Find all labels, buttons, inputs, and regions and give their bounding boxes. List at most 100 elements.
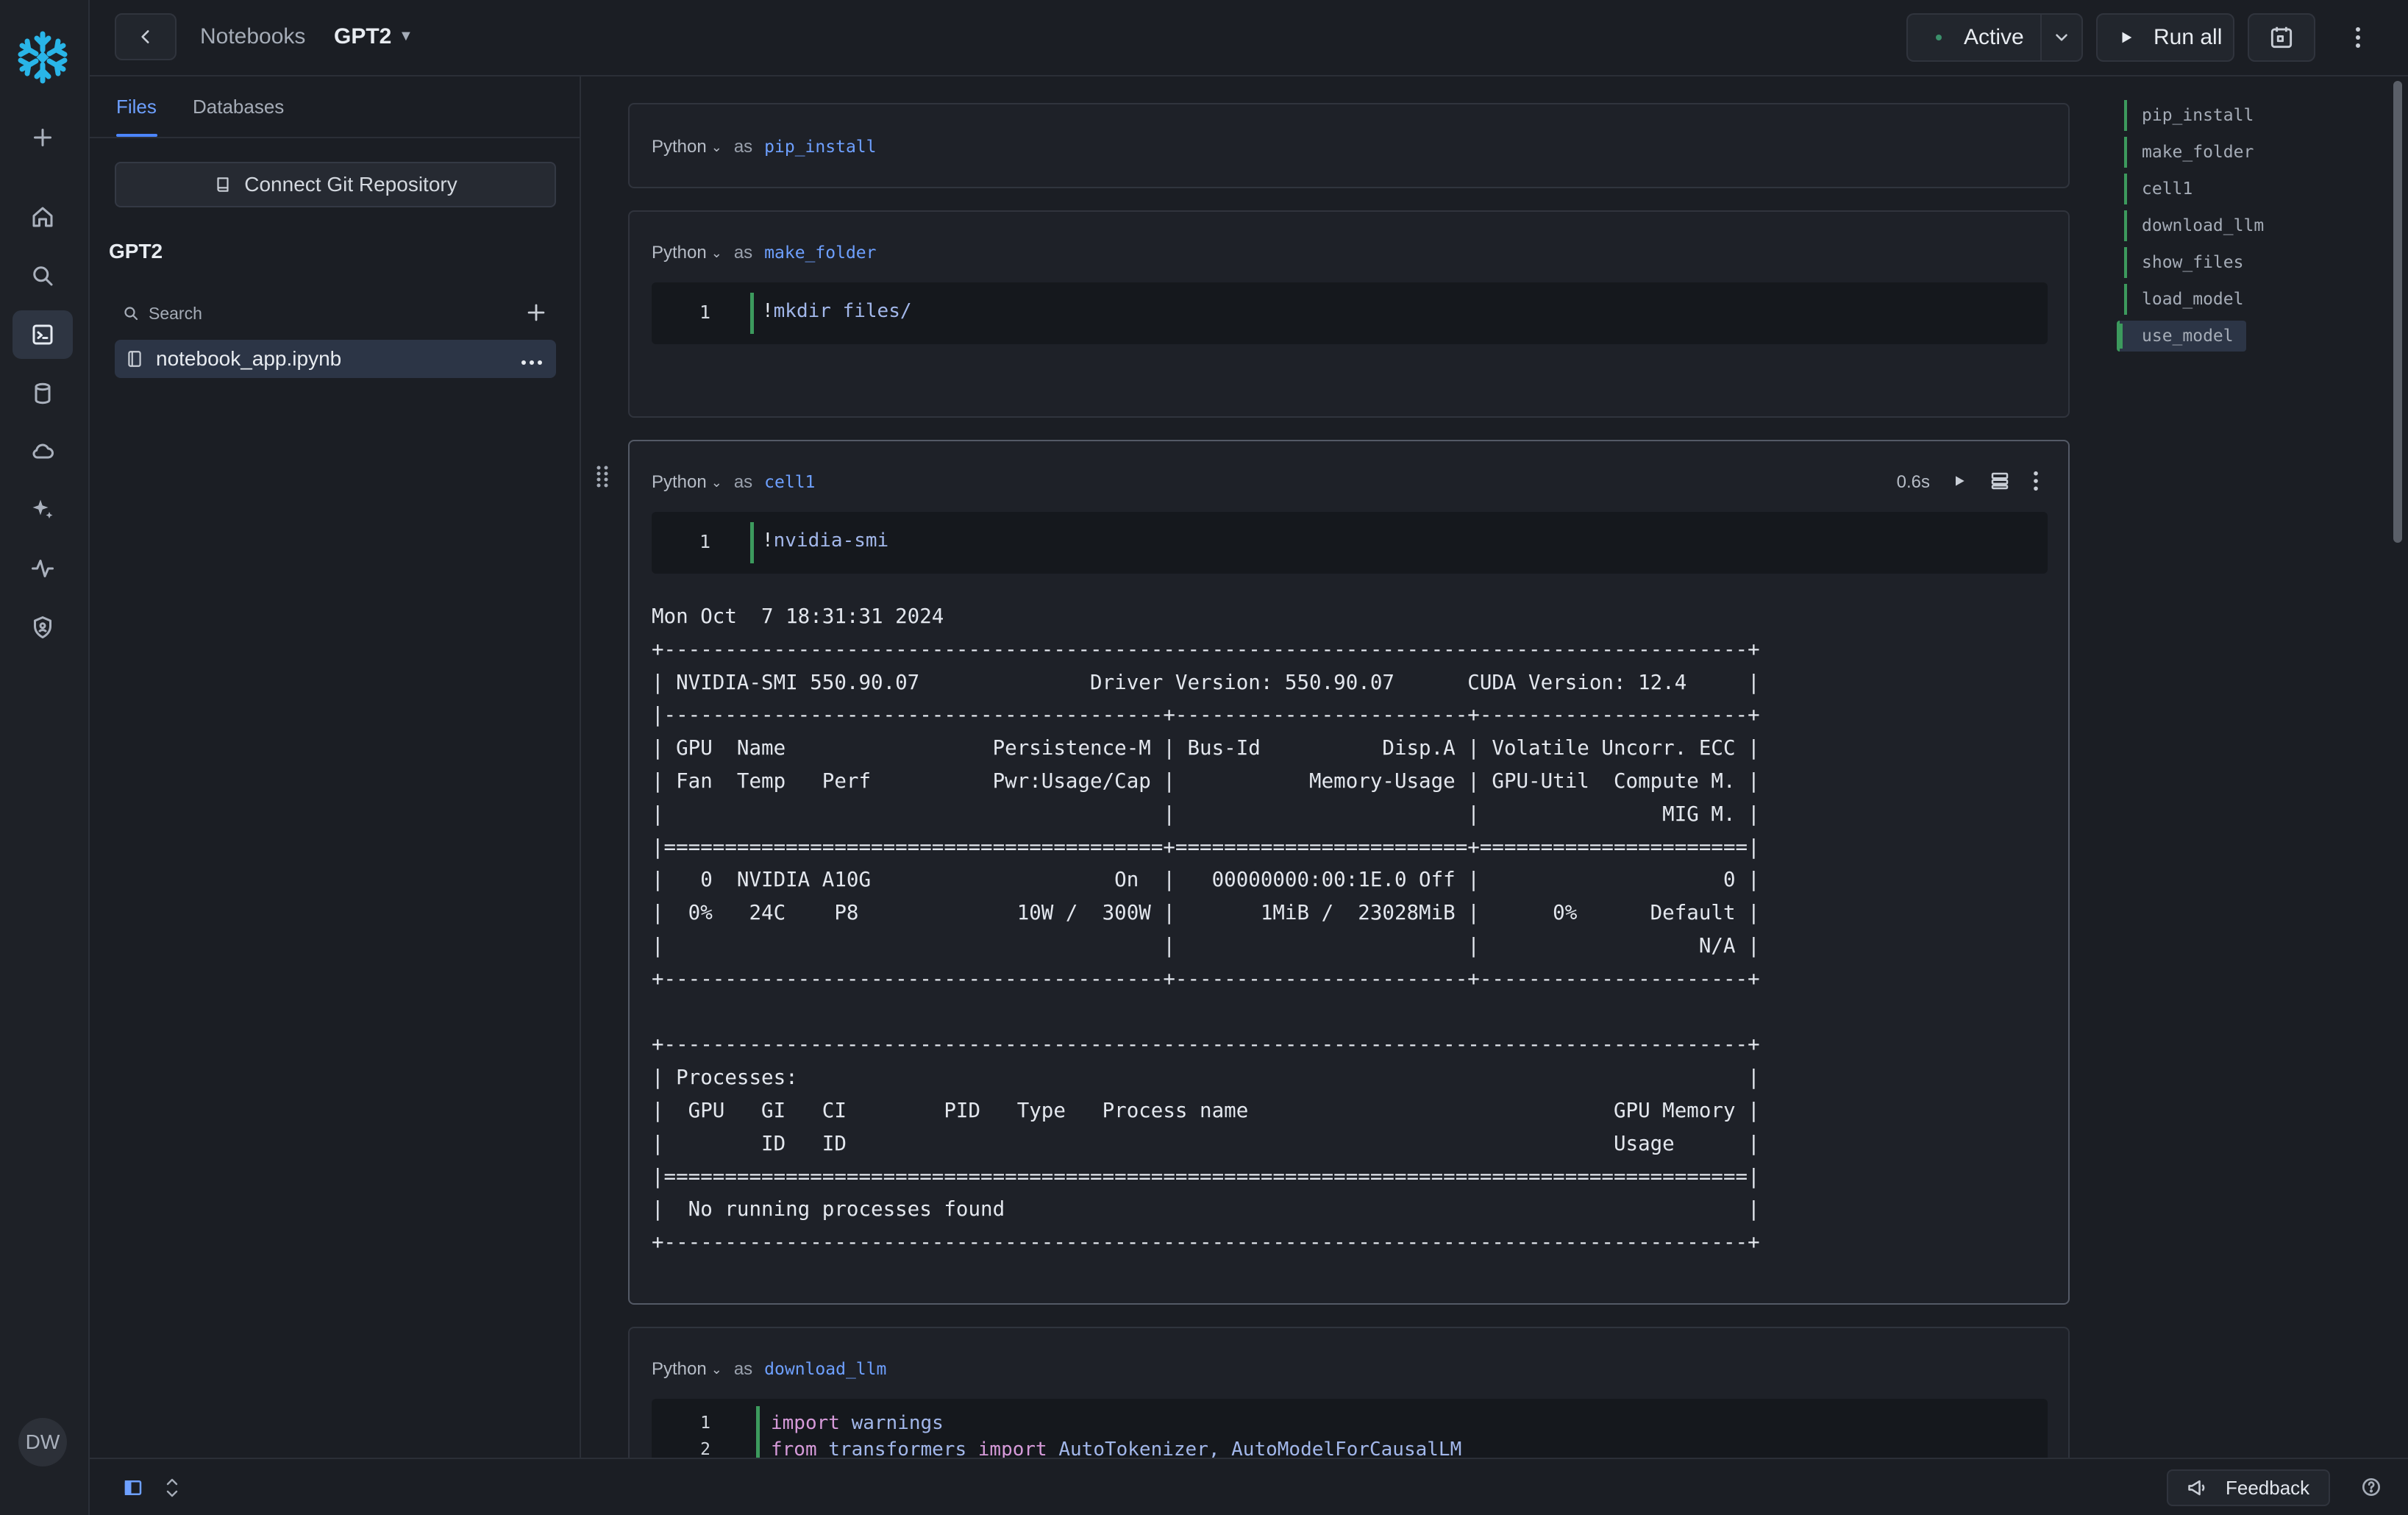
cell-language[interactable]: Python: [652, 472, 707, 493]
output-line: | 0% 24C P8 10W / 300W | 1MiB / 23028MiB…: [652, 901, 1760, 925]
line-number: 1: [699, 302, 710, 323]
outline-item-show-files[interactable]: show_files: [2124, 247, 2271, 278]
drag-handle-icon[interactable]: [596, 465, 609, 492]
connect-git-button[interactable]: Connect Git Repository: [115, 162, 556, 207]
file-list-item[interactable]: notebook_app.ipynb: [115, 340, 556, 378]
status-dropdown-button[interactable]: [2040, 13, 2083, 62]
code-editor[interactable]: 1 !mkdir files/: [652, 282, 2048, 344]
output-line: | ID ID Usage |: [652, 1131, 1760, 1155]
code-line[interactable]: import warnings: [771, 1412, 944, 1434]
more-horizontal-icon[interactable]: [521, 347, 543, 371]
outline-item-pip-install[interactable]: pip_install: [2124, 100, 2271, 131]
play-icon: [2118, 29, 2134, 46]
output-line: |---------------------------------------…: [652, 703, 1760, 727]
caret-down-icon[interactable]: ▼: [399, 28, 413, 45]
home-icon[interactable]: [13, 193, 73, 241]
cell-header: Python ⌄ as download_llm: [652, 1356, 886, 1383]
plus-icon[interactable]: [13, 113, 73, 162]
as-label: as: [733, 472, 753, 492]
notebook-icon[interactable]: [13, 310, 73, 359]
outline-item-use-model[interactable]: use_model: [2117, 321, 2246, 352]
cell-name[interactable]: pip_install: [764, 138, 876, 157]
status-dot: [1936, 35, 1942, 40]
outline-item-make-folder[interactable]: make_folder: [2124, 137, 2271, 168]
output-line: | 0 NVIDIA A10G On | 00000000:00:1E.0 Of…: [652, 868, 1760, 892]
output-line: +---------------------------------------…: [652, 1230, 1760, 1255]
code-editor[interactable]: 1 2 import warnings from transformers im…: [652, 1399, 2048, 1458]
tab-databases[interactable]: Databases: [193, 96, 284, 118]
bottom-bar: Feedback: [90, 1458, 2408, 1515]
more-options-icon[interactable]: [2340, 16, 2376, 59]
breadcrumb-notebooks[interactable]: Notebooks: [200, 24, 305, 49]
file-panel: Files Databases Connect Git Repository G…: [90, 76, 581, 1458]
output-line: +---------------------------------------…: [652, 966, 1760, 991]
status-button[interactable]: Active: [1906, 13, 2040, 62]
database-icon[interactable]: [13, 369, 73, 418]
cloud-icon[interactable]: [13, 427, 73, 475]
cell-more-options-icon[interactable]: [2033, 471, 2039, 495]
back-button[interactable]: [115, 13, 177, 60]
megaphone-icon: [2188, 1480, 2205, 1496]
outline-item-cell1[interactable]: cell1: [2124, 174, 2271, 204]
code-editor[interactable]: 1 !nvidia-smi: [652, 512, 2048, 574]
tab-files[interactable]: Files: [116, 96, 157, 118]
as-label: as: [733, 137, 753, 157]
run-all-button[interactable]: Run all: [2096, 13, 2234, 62]
run-all-label: Run all: [2154, 25, 2223, 49]
output-line: |=======================================…: [652, 835, 1760, 859]
cell-name[interactable]: download_llm: [764, 1360, 886, 1379]
run-cell-icon[interactable]: [1952, 474, 1967, 492]
cell-language[interactable]: Python: [652, 243, 707, 263]
activity-icon[interactable]: [13, 544, 73, 593]
feedback-button[interactable]: Feedback: [2167, 1469, 2330, 1506]
notebook-cell[interactable]: Python ⌄ as download_llm 1 2 import warn…: [628, 1327, 2070, 1458]
expand-collapse-icon[interactable]: [163, 1475, 181, 1504]
chevron-down-icon[interactable]: ⌄: [711, 1362, 722, 1377]
snowflake-logo[interactable]: [15, 29, 71, 85]
line-marker: [750, 522, 754, 563]
output-line: | Processes: |: [652, 1066, 1760, 1090]
collapse-output-icon[interactable]: [1989, 470, 2011, 496]
shield-icon[interactable]: [13, 603, 73, 652]
code-text: warnings: [839, 1412, 944, 1434]
notebook-cell[interactable]: Python ⌄ as pip_install: [628, 103, 2070, 188]
outline-item-load-model[interactable]: load_model: [2124, 284, 2271, 315]
output-line: | GPU GI CI PID Type Process name GPU Me…: [652, 1098, 1760, 1122]
chevron-down-icon[interactable]: ⌄: [711, 475, 722, 491]
cell-language[interactable]: Python: [652, 1359, 707, 1380]
schedule-button[interactable]: [2248, 13, 2315, 62]
avatar[interactable]: DW: [18, 1418, 67, 1466]
code-line[interactable]: from transformers import AutoTokenizer, …: [771, 1439, 1461, 1458]
line-marker: [750, 293, 754, 334]
sidebar-toggle-icon[interactable]: [122, 1477, 144, 1502]
keyword: import: [771, 1412, 840, 1434]
left-rail: DW: [0, 0, 90, 1515]
active-tab-indicator: [116, 134, 157, 137]
search-input[interactable]: [149, 303, 502, 324]
repository-icon: [217, 177, 229, 192]
outline-item-download-llm[interactable]: download_llm: [2124, 210, 2271, 241]
cell-name[interactable]: cell1: [764, 473, 815, 492]
chevron-down-icon[interactable]: ⌄: [711, 140, 722, 155]
code-line[interactable]: !nvidia-smi: [762, 530, 888, 552]
scrollbar-thumb[interactable]: [2393, 81, 2402, 543]
output-line: +---------------------------------------…: [652, 637, 1760, 661]
keyword: from: [771, 1439, 817, 1458]
chevron-down-icon[interactable]: ⌄: [711, 246, 722, 261]
notebook-title[interactable]: GPT2: [334, 24, 391, 49]
search-icon[interactable]: [13, 252, 73, 300]
cell-header: Python ⌄ as pip_install: [652, 134, 877, 160]
line-number: 1: [699, 531, 710, 552]
add-file-icon[interactable]: [524, 300, 549, 329]
line-number: 1: [700, 1414, 710, 1433]
code-line[interactable]: !mkdir files/: [762, 300, 912, 322]
notebook-cell[interactable]: Python ⌄ as make_folder 1 !mkdir files/: [628, 210, 2070, 418]
output-line: | | | MIG M. |: [652, 802, 1760, 826]
cell-outline: pip_install make_folder cell1 download_llms…: [2117, 100, 2271, 357]
sparkle-icon[interactable]: [13, 485, 73, 534]
cell-name[interactable]: make_folder: [764, 243, 876, 263]
help-icon[interactable]: [2359, 1475, 2383, 1502]
output-line: | Fan Temp Perf Pwr:Usage/Cap | Memory-U…: [652, 769, 1760, 793]
notebook-cell-selected[interactable]: Python ⌄ as cell1 0.6s 1 !nvidia-smi Mon…: [628, 440, 2070, 1305]
cell-language[interactable]: Python: [652, 137, 707, 157]
